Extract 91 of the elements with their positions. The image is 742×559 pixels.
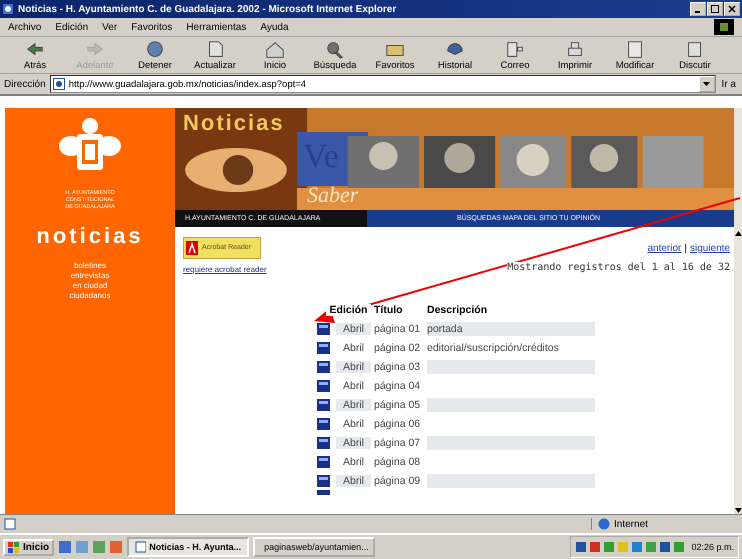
menu-item[interactable]: Favoritos: [131, 22, 172, 32]
minimize-button[interactable]: [690, 2, 706, 16]
scroll-down-icon[interactable]: [734, 508, 742, 514]
table-cell[interactable]: página 08: [374, 456, 424, 468]
toolbar-button[interactable]: Discutir: [666, 38, 724, 72]
separator: |: [684, 243, 687, 254]
start-button[interactable]: Inicio: [3, 538, 54, 556]
next-link[interactable]: siguiente: [690, 243, 730, 254]
toolbar-button[interactable]: Inicio: [246, 38, 304, 72]
tray-icon[interactable]: [575, 541, 588, 553]
toolbar-button[interactable]: Atrás: [6, 38, 64, 72]
scrollbar[interactable]: [734, 108, 742, 514]
previous-link[interactable]: anterior: [647, 243, 682, 254]
maximize-icon: [711, 5, 719, 13]
globe-icon: [598, 518, 610, 530]
records-summary: Mostrando registros del 1 al 16 de 32: [507, 262, 730, 273]
table-cell-text: editorial/suscripción/créditos: [427, 340, 560, 354]
menu-item[interactable]: Ayuda: [260, 22, 289, 32]
tray-icon[interactable]: [659, 541, 672, 553]
toolbar-button[interactable]: Detener: [126, 38, 184, 72]
pdf-file-icon[interactable]: [316, 380, 330, 392]
window-icon: [135, 541, 146, 553]
caret-icon: [703, 82, 710, 86]
table-cell[interactable]: página 01: [374, 322, 424, 334]
window-title: Noticias - H. Ayuntamiento C. de Guadalajara. 2002 - Microsoft Internet Explorer: [18, 4, 396, 14]
pdf-file-icon[interactable]: [316, 322, 330, 334]
table-cell[interactable]: página 09: [374, 474, 424, 486]
toolbar-button[interactable]: Actualizar: [186, 38, 244, 72]
table-cell: Abril: [336, 436, 371, 448]
table-cell[interactable]: página 02: [374, 342, 424, 354]
menu-item[interactable]: Archivo: [8, 22, 42, 32]
menu-item[interactable]: Herramientas: [186, 22, 246, 32]
close-icon: [728, 5, 736, 13]
toolbar-button[interactable]: Correo: [486, 38, 544, 72]
dropdown-button[interactable]: [698, 76, 715, 92]
toolbar-button[interactable]: Modificar: [606, 38, 664, 72]
toolbar-button[interactable]: Historial: [426, 38, 484, 72]
menu-item[interactable]: Edición: [55, 22, 88, 32]
toolbar-button[interactable]: Búsqueda: [306, 38, 364, 72]
table-cell[interactable]: página 03: [374, 360, 424, 372]
table-cell: Abril: [336, 474, 371, 486]
adobe-logo-icon: [186, 241, 198, 255]
address-field[interactable]: http://www.guadalajara.gob.mx/noticias/index.asp?opt=4: [50, 75, 716, 93]
banner-tagline: Saber: [307, 182, 358, 208]
banner-heading: Noticias: [183, 110, 285, 136]
pdf-file-icon[interactable]: [316, 490, 330, 495]
toolbar-button[interactable]: Imprimir: [546, 38, 604, 72]
pdf-file-icon[interactable]: [316, 456, 330, 468]
close-button[interactable]: [724, 2, 740, 16]
windows-logo-icon: [8, 542, 20, 552]
security-zone: Internet: [591, 518, 738, 530]
taskbar-button[interactable]: Noticias - H. Ayunta...: [127, 537, 250, 557]
address-label: Dirección: [4, 78, 46, 90]
table-cell: Abril: [336, 360, 371, 372]
windows-logo-icon: [714, 19, 734, 35]
table-cell[interactable]: página 06: [374, 418, 424, 430]
table-cell-text: Abril: [342, 418, 365, 430]
menu-item[interactable]: Ver: [102, 22, 118, 32]
pdf-file-icon[interactable]: [316, 418, 330, 430]
browser-icon: [2, 3, 14, 15]
table-cell[interactable]: página 07: [374, 436, 424, 448]
scroll-up-icon[interactable]: [734, 230, 742, 236]
tray-icon[interactable]: [631, 541, 644, 553]
taskbar-button[interactable]: paginasweb/ayuntamien...: [253, 537, 376, 557]
tray-icon[interactable]: [589, 541, 602, 553]
toolbar-button[interactable]: Favoritos: [366, 38, 424, 72]
table-cell[interactable]: página 04: [374, 380, 424, 392]
table-cell[interactable]: página 05: [374, 398, 424, 410]
pdf-file-icon[interactable]: [316, 436, 330, 448]
quick-launch-icon[interactable]: [58, 540, 72, 554]
stop-icon: [144, 40, 166, 60]
pdf-file-icon[interactable]: [316, 398, 330, 410]
requirement-link[interactable]: requiere acrobat reader: [183, 265, 267, 274]
column-header: Edición: [326, 304, 371, 316]
table-cell-text: Abril: [342, 342, 365, 354]
go-button[interactable]: Ir a: [720, 78, 738, 90]
table-cell: Abril: [336, 398, 371, 410]
table-cell-text: Abril: [342, 380, 365, 392]
search-icon: [324, 40, 346, 60]
pdf-file-icon[interactable]: [316, 360, 330, 372]
section-title: noticias: [36, 223, 144, 249]
pdf-file-icon[interactable]: [316, 342, 330, 354]
table-cell: portada: [427, 322, 595, 336]
clock: 02:26 p.m.: [691, 542, 734, 552]
pdf-file-icon[interactable]: [316, 474, 330, 486]
page-icon: [52, 78, 65, 90]
page-icon: [4, 518, 16, 530]
table-cell-text: Abril: [342, 456, 365, 468]
maximize-button[interactable]: [707, 2, 723, 16]
house-icon: [264, 40, 286, 60]
table-cell: Abril: [336, 322, 371, 334]
